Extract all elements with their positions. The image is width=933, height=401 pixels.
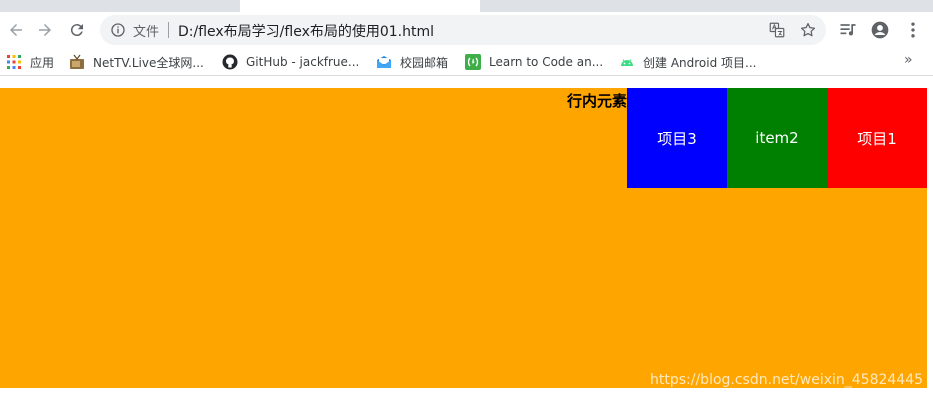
security-label: 文件 — [133, 25, 160, 40]
mail-icon — [377, 56, 391, 68]
bookmark-label: NetTV.Live全球网... — [93, 55, 204, 70]
translate-icon[interactable] — [768, 21, 786, 39]
forward-button[interactable] — [33, 18, 57, 42]
tab-strip — [0, 0, 933, 12]
bookmarks-bar: 应用 NetTV.Live全球网... GitHub - jackfrue...… — [0, 48, 933, 76]
inline-element-text: 行内元素 — [566, 92, 627, 110]
android-icon — [621, 59, 633, 66]
reload-icon — [70, 24, 83, 37]
bookmarks-overflow-icon[interactable]: » — [904, 52, 913, 68]
omnibox-divider — [168, 22, 169, 38]
back-button[interactable] — [4, 18, 28, 42]
bookmark-github[interactable]: GitHub - jackfrue... — [222, 52, 359, 72]
bookmark-freecodecamp[interactable]: Learn to Code an... — [465, 52, 603, 72]
flex-container: 项目1 item2 项目3 行内元素 — [0, 88, 927, 388]
bookmark-label: Learn to Code an... — [489, 55, 604, 69]
info-icon[interactable] — [110, 22, 126, 38]
bookmark-apps[interactable]: 应用 — [6, 52, 54, 72]
bookmark-label: 创建 Android 项目... — [643, 55, 757, 70]
bookmark-label: 校园邮箱 — [400, 55, 449, 70]
bookmark-campus-mail[interactable]: 校园邮箱 — [376, 52, 448, 72]
tv-icon — [70, 54, 84, 69]
reload-button[interactable] — [65, 18, 89, 42]
watermark-text: https://blog.csdn.net/weixin_45824445 — [650, 372, 924, 388]
back-arrow-icon — [10, 24, 22, 36]
flex-item-1: 项目1 — [827, 88, 927, 188]
media-control-icon[interactable] — [838, 20, 858, 40]
flex-item-2: item2 — [727, 88, 827, 188]
bookmark-nettv[interactable]: NetTV.Live全球网... — [69, 52, 204, 72]
address-bar[interactable]: 文件 D:/flex布局学习/flex布局的使用01.html — [100, 15, 826, 45]
url-text[interactable]: D:/flex布局学习/flex布局的使用01.html — [178, 21, 434, 41]
browser-toolbar: 文件 D:/flex布局学习/flex布局的使用01.html — [0, 12, 933, 48]
tab-active[interactable] — [240, 0, 480, 12]
bookmark-android[interactable]: 创建 Android 项目... — [619, 52, 756, 72]
profile-avatar-icon[interactable] — [870, 20, 890, 40]
bookmark-star-icon[interactable] — [799, 21, 817, 39]
tab-inactive-left[interactable] — [0, 0, 240, 12]
more-menu-icon[interactable] — [903, 20, 923, 40]
apps-grid-icon — [7, 55, 21, 69]
github-icon — [222, 54, 238, 70]
bookmark-label: GitHub - jackfrue... — [246, 55, 360, 69]
tab-inactive-right[interactable] — [480, 0, 933, 12]
bookmark-label: 应用 — [30, 55, 55, 70]
freecodecamp-icon — [465, 54, 481, 70]
flex-item-3: 项目3 — [627, 88, 727, 188]
forward-arrow-icon — [39, 24, 51, 36]
